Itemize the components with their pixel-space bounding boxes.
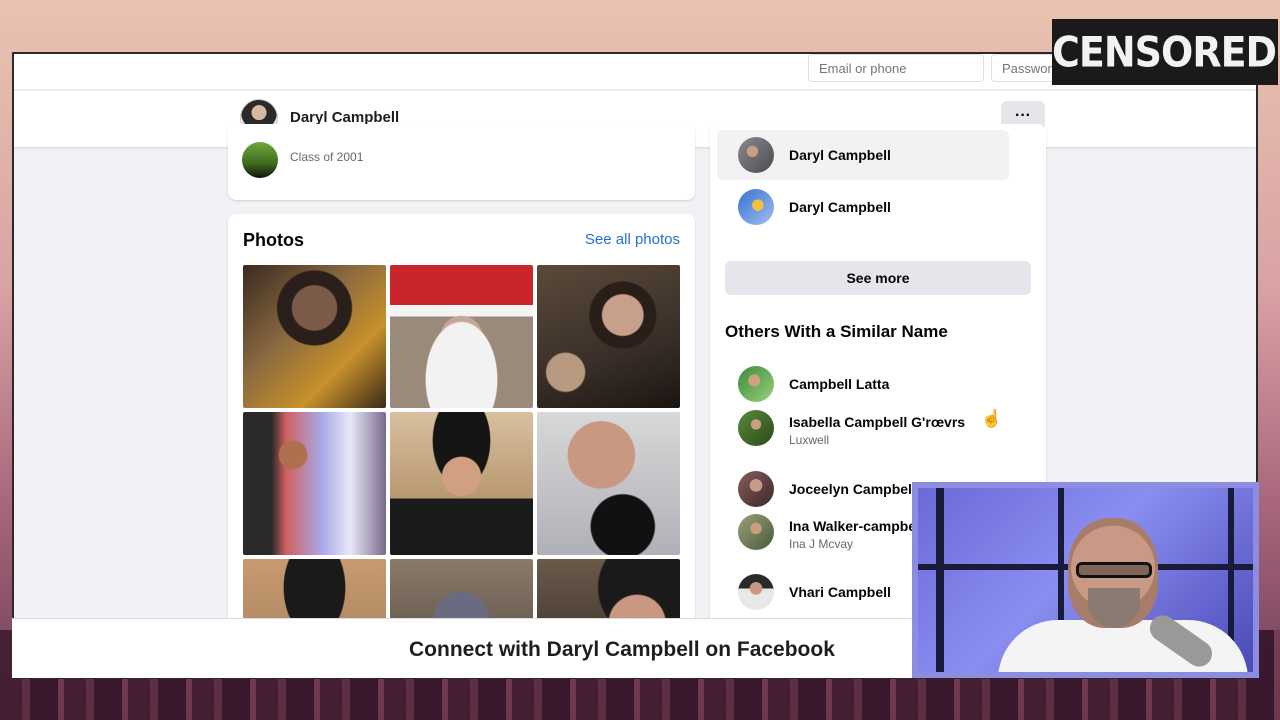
avatar xyxy=(738,514,774,550)
avatar xyxy=(738,366,774,402)
glasses-icon xyxy=(1076,562,1152,578)
photo-thumbnail[interactable] xyxy=(390,265,533,408)
person-subtitle: Luxwell xyxy=(789,433,830,447)
education-card: Class of 2001 xyxy=(228,124,695,200)
hand-cursor-icon: ☝ xyxy=(981,409,1003,428)
list-item[interactable]: Daryl Campbell xyxy=(717,130,1009,180)
photo-thumbnail[interactable] xyxy=(243,265,386,408)
list-item[interactable]: Daryl Campbell xyxy=(710,182,1046,232)
channel-logo: CENSORED.TV xyxy=(1052,19,1280,85)
photo-thumbnail[interactable] xyxy=(243,412,386,555)
photo-thumbnail[interactable] xyxy=(390,412,533,555)
person-name: Daryl Campbell xyxy=(789,147,891,163)
see-more-button[interactable]: See more xyxy=(725,261,1031,295)
similar-names-title: Others With a Similar Name xyxy=(725,322,948,341)
person-name: Campbell Latta xyxy=(789,376,890,392)
person-subtitle: Ina J Mcvay xyxy=(789,537,854,551)
avatar xyxy=(738,574,774,610)
education-detail: Class of 2001 xyxy=(290,150,364,164)
school-icon xyxy=(242,142,278,178)
connect-text: Connect with Daryl Campbell on Facebook xyxy=(409,638,835,661)
list-item[interactable]: Campbell Latta xyxy=(710,359,1046,409)
photos-card: Photos See all photos xyxy=(228,214,695,677)
person-name: Isabella Campbell G'rœvrs xyxy=(789,414,966,430)
person-name: Joceelyn Campbell xyxy=(789,481,916,497)
email-field[interactable] xyxy=(808,54,984,82)
avatar xyxy=(738,189,774,225)
webcam-overlay xyxy=(912,482,1259,678)
see-all-photos-link[interactable]: See all photos xyxy=(585,231,680,248)
avatar xyxy=(738,410,774,446)
person-name: Daryl Campbell xyxy=(789,199,891,215)
avatar xyxy=(738,471,774,507)
photo-thumbnail[interactable] xyxy=(537,412,680,555)
avatar xyxy=(738,137,774,173)
person-name: Ina Walker-campbe xyxy=(789,518,917,534)
photos-title: Photos xyxy=(243,230,304,250)
person-name: Vhari Campbell xyxy=(789,584,891,600)
photo-thumbnail[interactable] xyxy=(537,265,680,408)
